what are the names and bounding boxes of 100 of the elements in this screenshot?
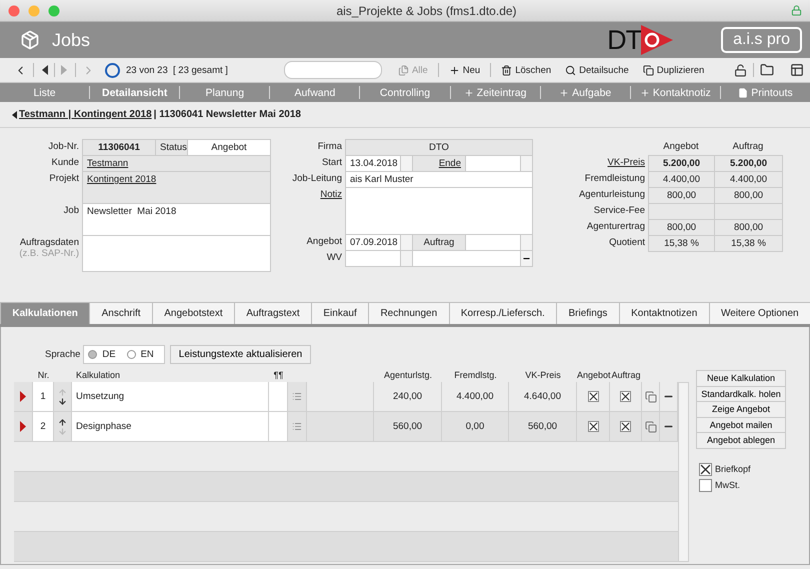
value-cell — [714, 203, 783, 220]
tab[interactable]: Einkauf — [311, 302, 370, 324]
value-cell: 5.200,00 — [648, 155, 715, 172]
duplicate-icon[interactable] — [644, 390, 656, 402]
field-label: Auftrag — [412, 234, 466, 251]
order-date-field[interactable] — [465, 234, 521, 251]
breadcrumb-text: | 11306041 Newsletter Mai 2018 — [154, 109, 301, 120]
radio-button[interactable] — [88, 350, 98, 359]
paragraph-cell[interactable] — [269, 412, 288, 442]
date-picker-button[interactable] — [520, 155, 533, 172]
tab[interactable]: Anschrift — [89, 302, 153, 324]
tab[interactable]: Weitere Optionen — [708, 302, 810, 324]
field-label: Kunde — [50, 156, 80, 170]
unlock-icon[interactable] — [734, 64, 747, 76]
notes-field[interactable] — [345, 187, 533, 235]
trash-icon — [501, 64, 512, 76]
checkbox[interactable] — [588, 391, 598, 402]
column-header: Kalkulation — [75, 370, 122, 381]
checkbox[interactable] — [699, 462, 712, 476]
tab[interactable]: Kontaktnotizen — [618, 302, 710, 324]
row-label: Fremdleistung — [584, 172, 646, 186]
price-link[interactable]: VK-Preis — [554, 155, 648, 171]
package-icon — [20, 30, 40, 50]
checkbox-label: MwSt. — [715, 480, 740, 490]
offer-date-field[interactable]: 07.09.2018 — [345, 234, 401, 251]
field-label: Sprache — [45, 349, 80, 360]
job-field[interactable]: Newsletter Mai 2018 — [82, 203, 271, 236]
job-number-field: 11306041 — [82, 139, 156, 156]
up-arrow-icon[interactable] — [58, 418, 67, 426]
order-data-field[interactable] — [82, 235, 271, 272]
end-date-field[interactable] — [465, 155, 521, 172]
plus-icon — [559, 88, 570, 98]
value-cell: 800,00 — [714, 219, 783, 236]
field-label: WV — [326, 251, 343, 265]
column-header: Nr. — [36, 370, 50, 381]
row-label: Agenturleistung — [578, 188, 646, 202]
field-label: Start — [320, 156, 343, 170]
minus-button[interactable] — [520, 250, 533, 267]
checkbox[interactable] — [620, 391, 631, 402]
search-icon — [565, 64, 576, 76]
notes-link[interactable]: Notiz — [290, 187, 345, 234]
first-record-icon[interactable] — [40, 65, 48, 75]
end-link[interactable]: Ende — [438, 158, 461, 169]
column-header: VK-Preis — [524, 370, 562, 381]
expand-arrow-icon[interactable] — [20, 421, 26, 432]
action-button[interactable]: Zeige Angebot — [696, 401, 786, 418]
customer-link[interactable]: Testmann — [87, 158, 128, 169]
field-label: Auftragsdaten — [20, 237, 79, 248]
action-button[interactable]: Angebot ablegen — [696, 432, 786, 448]
row-label: Agenturertrag — [586, 220, 646, 234]
language-selector[interactable]: DE EN — [83, 345, 165, 364]
toolbar-button[interactable]: Detailsuche — [561, 64, 633, 76]
tab[interactable]: Korresp./Liefersch. — [448, 302, 558, 324]
resubmission-date-field[interactable] — [345, 250, 401, 267]
value-cell — [648, 203, 715, 220]
list-icon[interactable] — [292, 391, 302, 402]
status-field[interactable]: Angebot — [187, 139, 271, 156]
action-button[interactable]: Neue Kalkulation — [696, 370, 786, 386]
back-arrow-icon[interactable] — [12, 110, 17, 118]
last-record-icon[interactable] — [61, 65, 69, 75]
duplicate-icon[interactable] — [644, 420, 656, 432]
tab[interactable]: Angebotstext — [152, 302, 235, 324]
name-field[interactable]: Umsetzung — [72, 382, 269, 412]
plus-icon — [448, 64, 460, 76]
date-picker-button[interactable] — [400, 250, 413, 267]
column-header: ¶¶ — [272, 370, 284, 381]
down-arrow-icon[interactable] — [58, 396, 67, 406]
toolbar-button[interactable]: Löschen — [497, 64, 556, 76]
update-texts-button[interactable]: Leistungstexte aktualisieren — [170, 345, 312, 364]
paragraph-cell[interactable] — [269, 382, 288, 412]
document-icon — [738, 88, 748, 98]
tab[interactable]: Briefings — [556, 302, 620, 324]
tab[interactable]: Rechnungen — [368, 302, 450, 324]
layout-icon[interactable] — [790, 63, 804, 77]
checkbox[interactable] — [620, 421, 631, 432]
search-field[interactable] — [284, 61, 382, 79]
window-controls[interactable] — [8, 4, 62, 16]
radio-button[interactable] — [126, 350, 136, 359]
scrollbar[interactable] — [678, 382, 689, 562]
list-icon[interactable] — [292, 421, 302, 432]
column-header: Auftrag — [732, 140, 764, 154]
folder-icon[interactable] — [760, 63, 774, 77]
expand-arrow-icon[interactable] — [20, 391, 26, 402]
table-cell: 0,00 — [442, 412, 509, 442]
column-header: Angebot — [577, 370, 610, 381]
table-cell: 560,00 — [509, 412, 577, 442]
breadcrumb-link[interactable]: Testmann | Kontingent 2018 — [19, 109, 152, 120]
toolbar-button[interactable]: Duplizieren — [638, 64, 708, 76]
resubmission-field[interactable] — [412, 250, 521, 267]
tab[interactable]: Auftragstext — [234, 302, 312, 324]
toolbar-button[interactable]: Neu — [444, 64, 484, 76]
checkbox[interactable] — [699, 478, 712, 492]
start-date-field[interactable]: 13.04.2018 — [345, 155, 401, 172]
manager-field[interactable]: ais Karl Muster — [345, 171, 533, 188]
company-field: DTO — [345, 139, 533, 156]
duplicate-icon — [642, 64, 654, 76]
project-link[interactable]: Kontingent 2018 — [87, 174, 156, 185]
name-field[interactable]: Designphase — [72, 412, 269, 442]
checkbox[interactable] — [588, 421, 598, 432]
field-hint: (z.B. SAP-Nr.) — [19, 248, 79, 259]
